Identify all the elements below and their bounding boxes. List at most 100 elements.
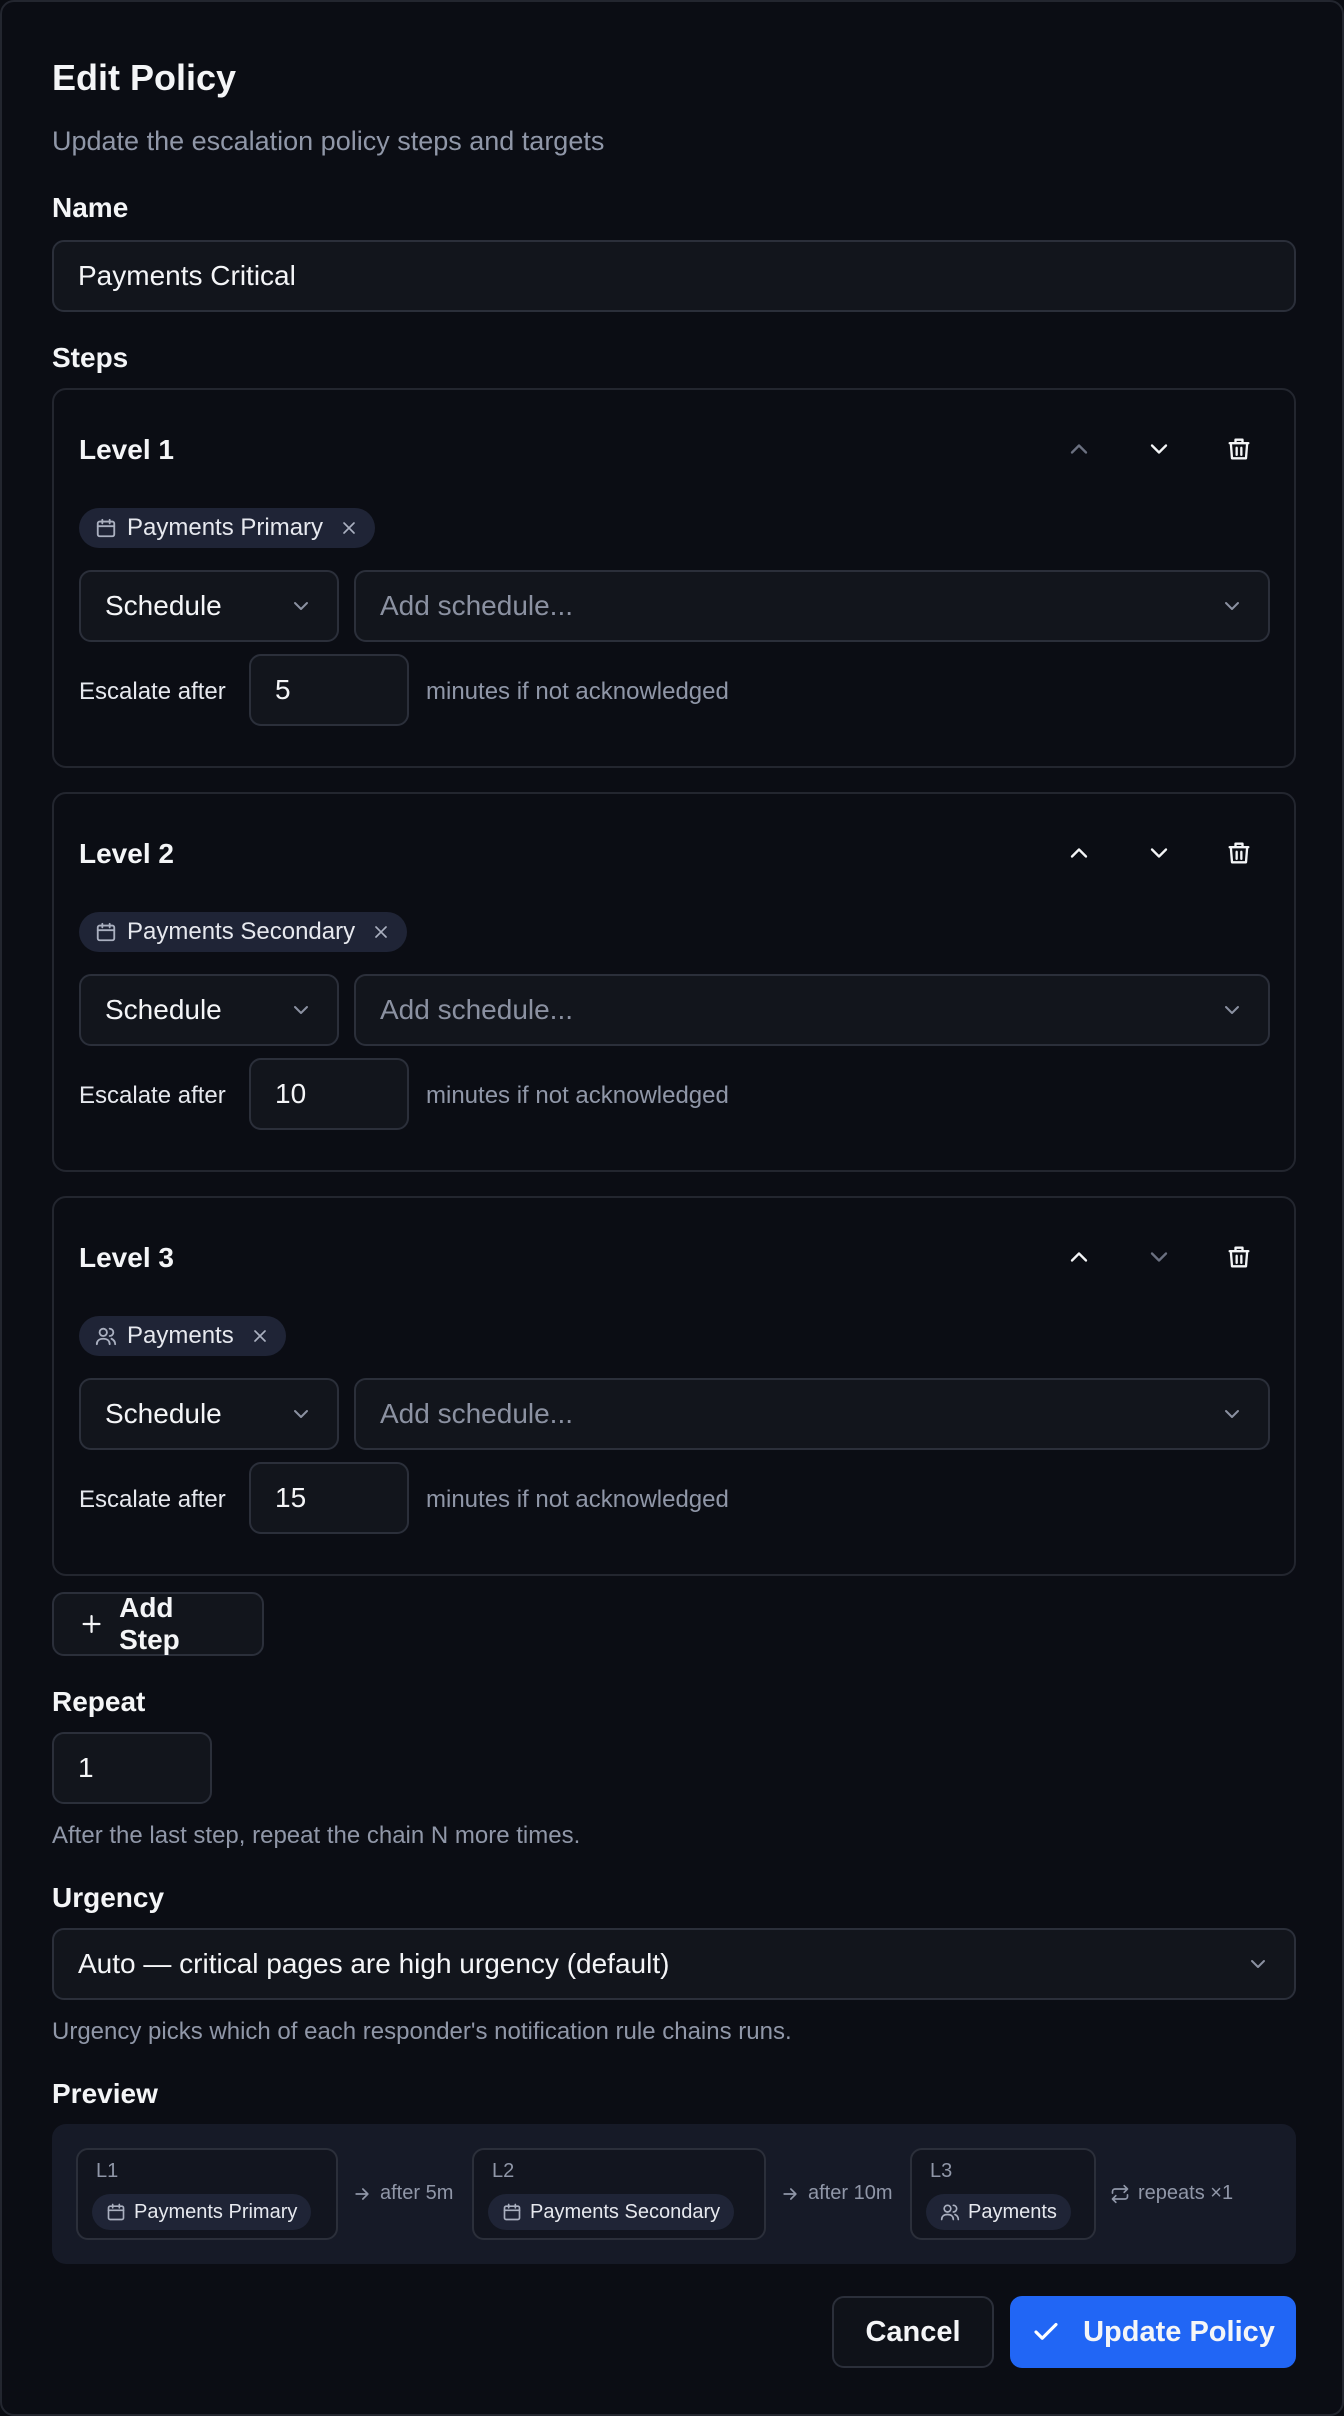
calendar-icon (96, 922, 116, 942)
preview-repeats: repeats ×1 (1110, 2182, 1233, 2205)
edit-policy-dialog: Edit Policy Update the escalation policy… (0, 0, 1344, 2416)
repeat-icon (1111, 2184, 1129, 2203)
delete-step-button[interactable] (1220, 430, 1258, 468)
add-schedule-select[interactable]: Add schedule... (354, 570, 1270, 642)
move-up-button[interactable] (1060, 430, 1098, 468)
chevron-down-icon (1225, 1006, 1239, 1014)
update-policy-label: Update Policy (1083, 2315, 1275, 2348)
escalate-minutes-input[interactable]: 10 (249, 1058, 409, 1130)
add-step-button[interactable]: Add Step (52, 1592, 264, 1656)
chevron-down-icon (294, 1410, 308, 1418)
preview-level-tag: L3 (930, 2160, 953, 2182)
repeat-help-text: After the last step, repeat the chain N … (52, 1822, 581, 1849)
preview-target-label: Payments (968, 2200, 1057, 2223)
preview-level-3: L3 Payments (910, 2148, 1096, 2240)
cancel-label: Cancel (865, 2315, 961, 2348)
repeat-value: 1 (78, 1752, 94, 1783)
add-schedule-placeholder: Add schedule... (380, 1398, 574, 1429)
repeat-input[interactable]: 1 (52, 1732, 212, 1804)
trash-icon (1228, 842, 1250, 864)
escalate-minutes-value: 15 (275, 1482, 307, 1513)
step-title: Level 2 (79, 838, 174, 869)
preview-level-tag: L2 (492, 2160, 515, 2182)
add-schedule-placeholder: Add schedule... (380, 590, 574, 621)
repeat-label: Repeat (52, 1686, 146, 1717)
target-type-select[interactable]: Schedule (79, 974, 339, 1046)
preview-delay-label: after 5m (380, 2182, 454, 2204)
escalate-after-label: Escalate after (79, 678, 226, 705)
arrow-right-icon (355, 2187, 369, 2200)
escalate-minutes-value: 5 (275, 674, 291, 705)
preview-target-label: Payments Secondary (530, 2200, 721, 2223)
target-type-select[interactable]: Schedule (79, 1378, 339, 1450)
step-title: Level 3 (79, 1242, 174, 1273)
urgency-value: Auto — critical pages are high urgency (… (78, 1948, 670, 1979)
move-down-button[interactable] (1140, 834, 1178, 872)
target-type-value: Schedule (105, 590, 222, 621)
chevron-down-icon (1225, 602, 1239, 610)
check-icon (1034, 2322, 1058, 2340)
move-down-button[interactable] (1140, 430, 1178, 468)
escalate-after-text: minutes if not acknowledged (426, 1082, 729, 1109)
urgency-label: Urgency (52, 1882, 165, 1913)
target-type-select[interactable]: Schedule (79, 570, 339, 642)
step-level-1: Level 1 Payments Primary Schedule Add sc… (52, 388, 1296, 768)
add-schedule-select[interactable]: Add schedule... (354, 974, 1270, 1046)
arrow-right-icon (783, 2187, 797, 2200)
preview-target-chip: Payments Secondary (488, 2194, 735, 2230)
delete-step-button[interactable] (1220, 834, 1258, 872)
step-title: Level 1 (79, 434, 174, 465)
calendar-icon (107, 2203, 125, 2221)
name-input[interactable]: Payments Critical (52, 240, 1296, 312)
escalate-minutes-input[interactable]: 15 (249, 1462, 409, 1534)
chevron-up-icon (1070, 1252, 1088, 1262)
cancel-button[interactable]: Cancel (832, 2296, 994, 2368)
name-label: Name (52, 192, 129, 223)
chevron-down-icon (294, 602, 308, 610)
close-icon[interactable] (250, 1326, 270, 1346)
chip-label: Payments (127, 1322, 234, 1349)
chip-label: Payments Primary (127, 514, 324, 541)
trash-icon (1228, 1246, 1250, 1268)
escalate-after-text: minutes if not acknowledged (426, 678, 729, 705)
target-type-value: Schedule (105, 994, 222, 1025)
steps-label: Steps (52, 342, 129, 373)
delete-step-button[interactable] (1220, 1238, 1258, 1276)
urgency-select[interactable]: Auto — critical pages are high urgency (… (52, 1928, 1296, 2000)
preview-target-label: Payments Primary (134, 2200, 298, 2223)
chevron-down-icon (1150, 1252, 1168, 1262)
target-type-value: Schedule (105, 1398, 222, 1429)
target-chip: Payments (79, 1316, 286, 1356)
preview-target-chip: Payments (926, 2194, 1071, 2230)
close-icon[interactable] (339, 518, 359, 538)
calendar-icon (503, 2203, 521, 2221)
escalate-after-label: Escalate after (79, 1486, 226, 1513)
move-down-button[interactable] (1140, 1238, 1178, 1276)
move-up-button[interactable] (1060, 834, 1098, 872)
add-schedule-select[interactable]: Add schedule... (354, 1378, 1270, 1450)
escalate-minutes-input[interactable]: 5 (249, 654, 409, 726)
step-level-3: Level 3 Payments Schedule Add schedule..… (52, 1196, 1296, 1576)
dialog-subtitle: Update the escalation policy steps and t… (52, 126, 605, 156)
users-icon (95, 1327, 117, 1346)
chip-label: Payments Secondary (127, 918, 356, 945)
preview-level-1: L1 Payments Primary (76, 2148, 338, 2240)
chevron-up-icon (1070, 444, 1088, 454)
dialog-title: Edit Policy (52, 57, 237, 98)
trash-icon (1228, 438, 1250, 460)
move-up-button[interactable] (1060, 1238, 1098, 1276)
preview-panel: L1 Payments Primary after 5m L2 Payments… (52, 2124, 1296, 2264)
update-policy-button[interactable]: Update Policy (1010, 2296, 1296, 2368)
users-icon (940, 2204, 960, 2221)
preview-repeats-label: repeats ×1 (1138, 2182, 1234, 2204)
chevron-down-icon (1225, 1410, 1239, 1418)
name-input-value: Payments Critical (78, 260, 296, 291)
target-chip: Payments Secondary (79, 912, 408, 952)
escalate-minutes-value: 10 (275, 1078, 307, 1109)
chevron-down-icon (1251, 1960, 1265, 1968)
close-icon[interactable] (371, 922, 391, 942)
step-level-2: Level 2 Payments Secondary Schedule Add … (52, 792, 1296, 1172)
chevron-up-icon (1070, 848, 1088, 858)
escalate-after-label: Escalate after (79, 1082, 226, 1109)
chevron-down-icon (294, 1006, 308, 1014)
